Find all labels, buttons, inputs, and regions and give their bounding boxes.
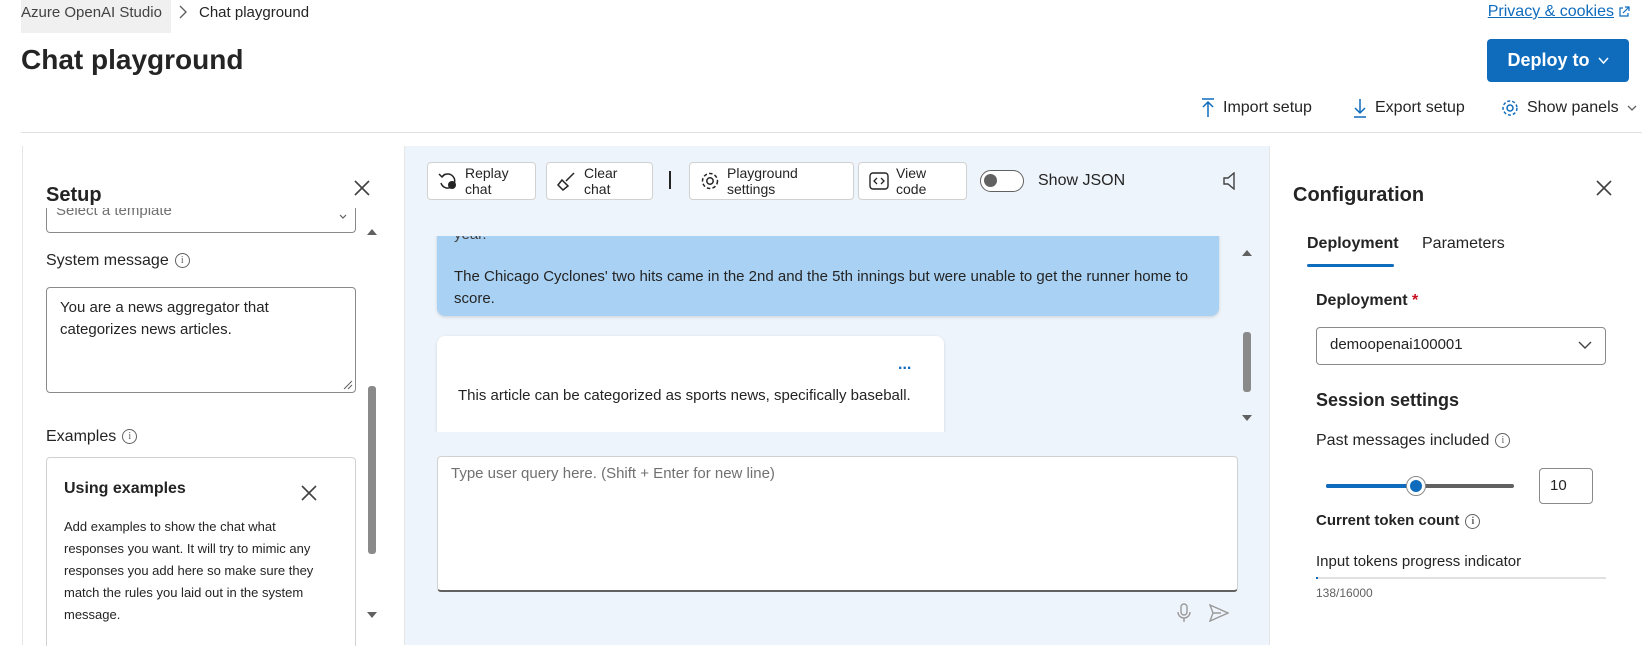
examples-label: Examples i: [46, 428, 138, 446]
gear-icon: [700, 171, 720, 191]
scroll-up-icon[interactable]: [366, 228, 378, 236]
more-actions-button[interactable]: ...: [898, 356, 911, 374]
past-messages-slider[interactable]: [1326, 476, 1514, 496]
past-messages-label: Past messages included i: [1316, 432, 1511, 450]
configuration-title: Configuration: [1293, 184, 1425, 206]
setup-title: Setup: [46, 184, 102, 206]
assistant-message: ... This article can be categorized as s…: [437, 336, 944, 432]
using-examples-card: Using examples Add examples to show the …: [46, 457, 356, 646]
close-configuration-button[interactable]: [1596, 180, 1612, 196]
header-divider: [21, 132, 1642, 133]
clear-chat-button[interactable]: Clear chat: [546, 162, 653, 200]
resize-handle-icon[interactable]: [343, 380, 353, 390]
page-title: Chat playground: [21, 44, 244, 75]
setup-scrollbar-thumb[interactable]: [368, 386, 376, 554]
session-settings-title: Session settings: [1316, 390, 1460, 410]
show-json-label: Show JSON: [1038, 172, 1126, 189]
deploy-to-button[interactable]: Deploy to: [1487, 39, 1629, 82]
using-examples-body: Add examples to show the chat what respo…: [64, 519, 314, 622]
close-icon: [354, 180, 370, 196]
system-message-label: System message i: [46, 252, 190, 270]
system-message-field[interactable]: You are a news aggregator that categoriz…: [46, 287, 356, 393]
chevron-down-icon: [1578, 341, 1592, 350]
upload-icon: [1201, 98, 1215, 118]
using-examples-title: Using examples: [64, 480, 186, 497]
replay-icon: [438, 171, 458, 191]
info-icon[interactable]: i: [122, 429, 138, 445]
close-icon: [1596, 180, 1612, 196]
breadcrumb-current: Chat playground: [199, 4, 310, 21]
info-icon[interactable]: i: [1465, 513, 1481, 529]
chevron-right-icon: [177, 4, 189, 20]
user-message: year. The Chicago Cyclones' two hits cam…: [437, 236, 1219, 316]
token-count-value: 138/16000: [1316, 586, 1373, 600]
deployment-select[interactable]: demoopenai100001: [1316, 327, 1606, 365]
external-link-icon: [1618, 6, 1630, 18]
export-setup-button[interactable]: Export setup: [1353, 96, 1465, 120]
broom-icon: [557, 171, 577, 191]
active-tab-indicator: [1307, 264, 1394, 267]
slider-thumb[interactable]: [1406, 476, 1426, 496]
breadcrumb-root[interactable]: Azure OpenAI Studio: [21, 0, 171, 33]
chevron-down-icon: [1597, 56, 1609, 65]
microphone-icon[interactable]: [1177, 603, 1191, 623]
send-icon[interactable]: [1209, 604, 1229, 622]
slider-fill: [1326, 484, 1416, 488]
gear-icon: [1501, 99, 1519, 117]
close-examples-button[interactable]: [301, 485, 317, 501]
scroll-down-icon[interactable]: [1241, 414, 1253, 422]
setup-panel: Setup Select a template System message i …: [22, 146, 405, 646]
toolbar-divider: [669, 171, 671, 189]
speaker-icon[interactable]: [1222, 172, 1238, 190]
show-panels-button[interactable]: Show panels: [1501, 96, 1637, 120]
template-select[interactable]: Select a template: [46, 208, 356, 233]
chevron-down-icon: [339, 214, 347, 220]
replay-chat-button[interactable]: Replay chat: [427, 162, 536, 200]
past-messages-input[interactable]: 10: [1539, 468, 1593, 504]
scroll-down-icon[interactable]: [366, 611, 378, 619]
playground-settings-button[interactable]: Playground settings: [689, 162, 854, 200]
token-progress-fill: [1316, 577, 1319, 579]
chevron-down-icon: [1627, 105, 1637, 112]
chat-scrollbar-thumb[interactable]: [1243, 332, 1251, 392]
import-setup-button[interactable]: Import setup: [1201, 96, 1312, 120]
toggle-knob: [984, 174, 997, 187]
privacy-link[interactable]: Privacy & cookies: [1488, 3, 1630, 21]
token-count-label: Current token count i: [1316, 512, 1481, 529]
user-query-input[interactable]: Type user query here. (Shift + Enter for…: [437, 456, 1238, 592]
message-list: year. The Chicago Cyclones' two hits cam…: [424, 236, 1236, 432]
info-icon[interactable]: i: [174, 253, 190, 269]
configuration-panel: Configuration Deployment Parameters Depl…: [1269, 146, 1642, 645]
tab-deployment[interactable]: Deployment: [1307, 235, 1399, 253]
tab-parameters[interactable]: Parameters: [1422, 235, 1505, 253]
close-icon: [301, 485, 317, 501]
scroll-up-icon[interactable]: [1241, 249, 1253, 257]
close-setup-button[interactable]: [354, 180, 370, 196]
token-progress-bar: [1316, 577, 1606, 579]
progress-label: Input tokens progress indicator: [1316, 553, 1522, 570]
deployment-label: Deployment *: [1316, 292, 1419, 309]
download-icon: [1353, 98, 1367, 118]
view-code-button[interactable]: View code: [858, 162, 967, 200]
code-icon: [869, 172, 889, 190]
show-json-toggle[interactable]: [980, 170, 1024, 192]
info-icon[interactable]: i: [1495, 433, 1511, 449]
